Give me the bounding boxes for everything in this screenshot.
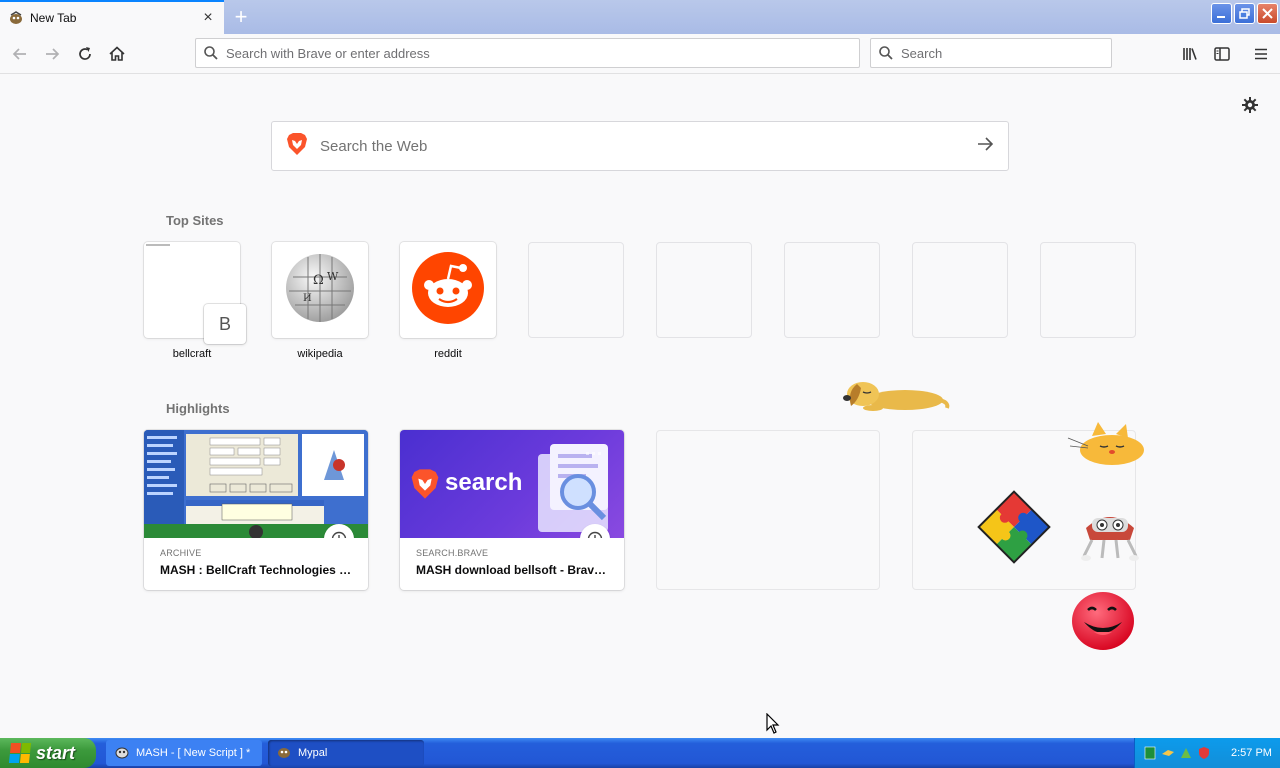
search-icon [877,44,895,62]
address-input[interactable] [226,45,859,61]
red-smiley-ball-sprite[interactable] [1070,590,1136,657]
reload-icon[interactable] [73,42,97,66]
tab-title: New Tab [30,11,77,25]
top-site-empty-slot[interactable] [784,242,880,338]
sleeping-cat-sprite[interactable] [1066,420,1148,473]
tab-new-tab[interactable]: New Tab × [0,0,224,34]
search-bar[interactable] [870,38,1112,68]
svg-text:И: И [303,293,312,304]
top-site-empty-slot[interactable] [656,242,752,338]
svg-text:Ω: Ω [313,273,324,288]
top-site-empty-slot[interactable] [528,242,624,338]
address-bar[interactable] [195,38,860,68]
highlight-card-search-brave[interactable]: search SEARCH.BRAVE MASH download bellso… [400,430,624,590]
top-site-label: wikipedia [297,348,343,360]
restore-icon[interactable] [1234,3,1255,24]
highlight-source: ARCHIVE [160,548,202,558]
wikipedia-globe-icon: Ω W И [283,251,357,330]
tab-strip: New Tab × + [0,0,1280,34]
tray-app-icon[interactable] [1143,746,1157,760]
top-site-bellcraft[interactable]: B bellcraft [144,242,246,360]
highlights-heading: Highlights [166,401,230,416]
mypal-favicon-icon [8,10,24,26]
thumbnail-search-wordmark: search [445,469,523,496]
svg-text:W: W [327,270,339,283]
top-site-wikipedia[interactable]: Ω W И wikipedia [272,242,368,360]
highlight-title: MASH download bellsoft - Brave... [416,563,608,577]
arrow-left-icon[interactable] [8,42,32,66]
hamburger-menu-icon[interactable] [1249,42,1273,66]
highlight-source: SEARCH.BRAVE [416,548,489,558]
tab-close-icon[interactable]: × [200,10,216,26]
sidebar-icon[interactable] [1210,42,1234,66]
close-icon[interactable] [1257,3,1278,24]
top-site-label: bellcraft [172,348,212,360]
search-icon [202,44,220,62]
taskbar-item-label: Mypal [298,747,328,759]
top-site-empty-slot[interactable] [1040,242,1136,338]
taskbar-clock[interactable]: 2:57 PM [1231,747,1272,759]
highlight-empty-slot [656,430,880,590]
tray-network-icon[interactable] [1179,746,1193,760]
windows-flag-icon [8,743,32,763]
taskbar-item-mypal[interactable]: Mypal [268,740,424,766]
navigation-toolbar [0,34,1280,74]
start-label: start [36,742,76,763]
home-icon[interactable] [105,42,129,66]
site-badge: B [204,304,246,344]
brave-lion-icon [410,468,440,505]
library-icon[interactable] [1178,42,1202,66]
arrow-right-icon[interactable] [976,135,994,158]
brave-lion-icon [286,132,308,161]
highlight-thumbnail [144,430,368,538]
taskbar-item-label: MASH - [ New Script ] * [136,747,251,759]
taskbar-item-mash[interactable]: MASH - [ New Script ] * [106,740,262,766]
tray-bird-icon[interactable] [1161,746,1175,760]
top-site-reddit[interactable]: reddit [400,242,496,360]
new-tab-button[interactable]: + [228,4,254,30]
tray-shield-icon[interactable] [1197,746,1211,760]
windows-taskbar: start MASH - [ New Script ] * Mypal 2:57… [0,738,1280,768]
arrow-right-icon[interactable] [40,42,64,66]
top-sites-heading: Top Sites [166,213,224,228]
minimize-icon[interactable] [1211,3,1232,24]
robot-buddy-sprite[interactable] [1078,506,1142,567]
puzzle-diamond-sprite[interactable] [976,489,1052,570]
sleeping-dog-sprite[interactable] [843,374,951,417]
highlight-card-archive[interactable]: ARCHIVE MASH : BellCraft Technologies : … [144,430,368,590]
top-site-label: reddit [434,348,462,360]
top-site-empty-slot[interactable] [912,242,1008,338]
web-search-input[interactable] [320,137,976,155]
highlight-title: MASH : BellCraft Technologies : ... [160,563,352,577]
gear-icon[interactable] [1240,95,1260,115]
start-button[interactable]: start [0,738,96,768]
web-search-box[interactable] [271,121,1009,171]
mouse-cursor-icon [766,712,780,740]
highlight-thumbnail: search [400,430,624,538]
mash-icon [114,744,130,763]
search-input[interactable] [901,45,1111,61]
reddit-logo-icon [411,251,485,330]
mypal-icon [276,744,292,763]
system-tray: 2:57 PM [1134,738,1280,768]
